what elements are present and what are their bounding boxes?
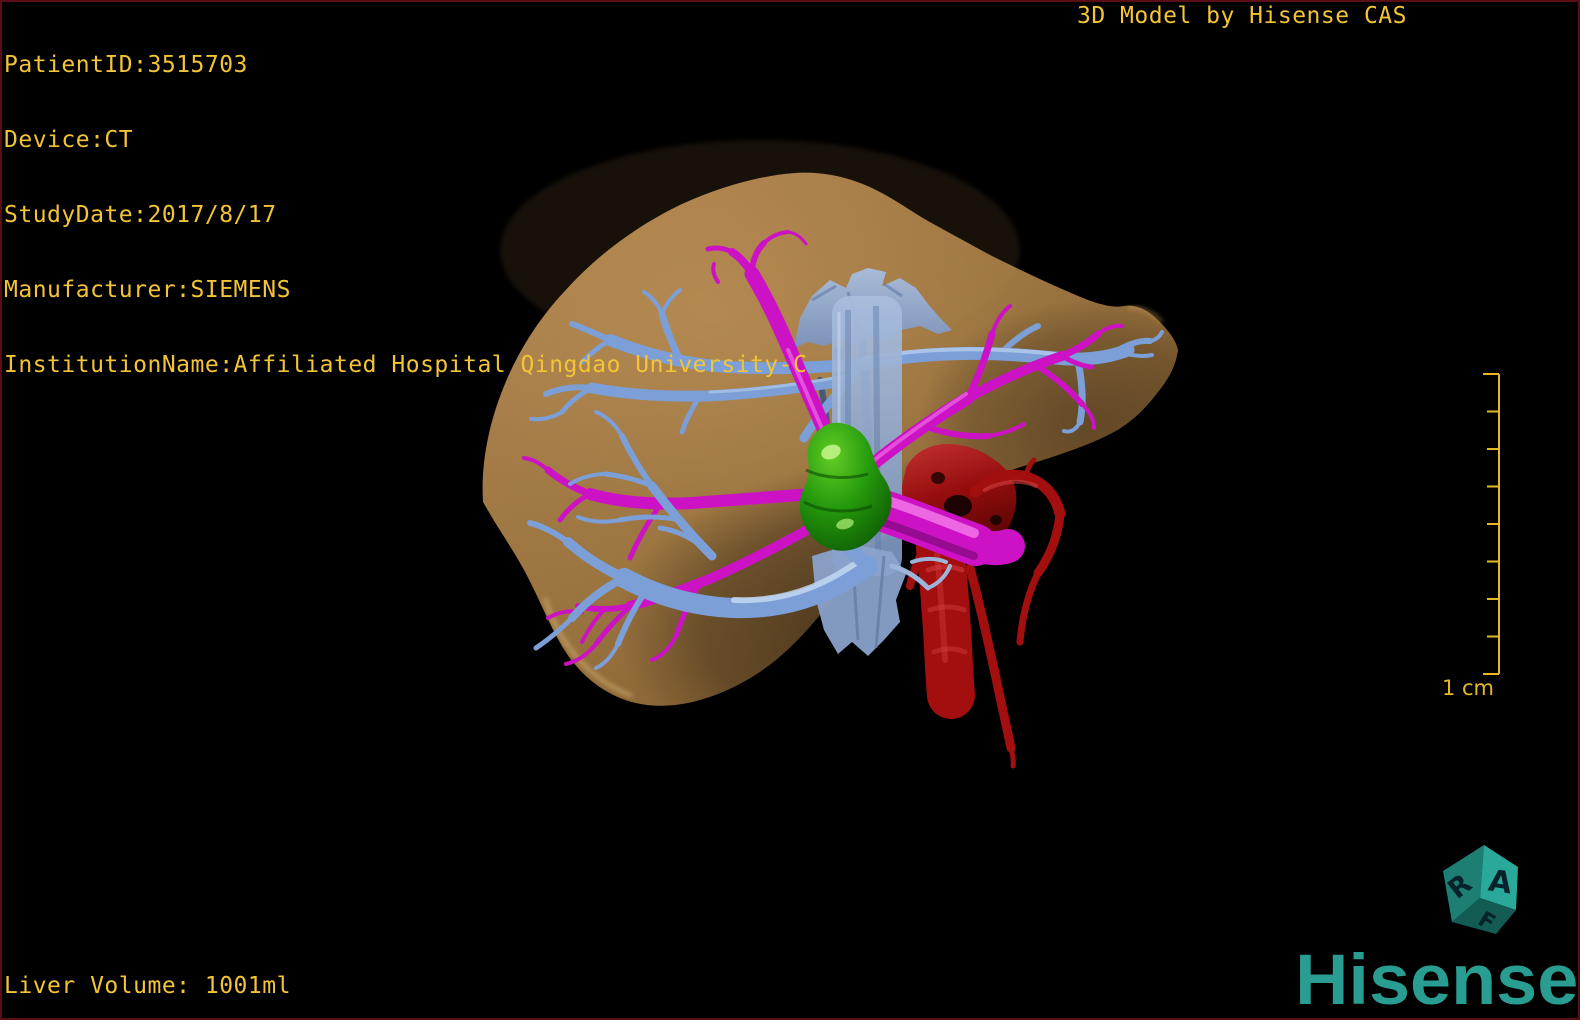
medical-3d-viewer-window: 1 cm R A F PatientID:3515703 Device:CT S…: [0, 0, 1580, 1020]
hisense-logo: Hisense: [1294, 941, 1578, 1020]
scale-bar: 1 cm: [1442, 373, 1500, 700]
patient-id-text: PatientID:3515703: [4, 52, 248, 78]
liver-volume-readout: Liver Volume: 1001ml: [4, 973, 291, 999]
manufacturer-text: Manufacturer:SIEMENS: [4, 277, 291, 303]
orientation-cube[interactable]: R A F: [1442, 845, 1518, 936]
watermark-text: 3D Model by Hisense CAS: [1077, 3, 1407, 29]
scale-bar-label: 1 cm: [1442, 676, 1494, 700]
patient-info-overlay: PatientID:3515703 Device:CT StudyDate:20…: [4, 3, 807, 428]
study-date-text: StudyDate:2017/8/17: [4, 202, 277, 228]
institution-text: InstitutionName:Affiliated Hospital Qing…: [4, 352, 808, 378]
device-text: Device:CT: [4, 127, 134, 153]
